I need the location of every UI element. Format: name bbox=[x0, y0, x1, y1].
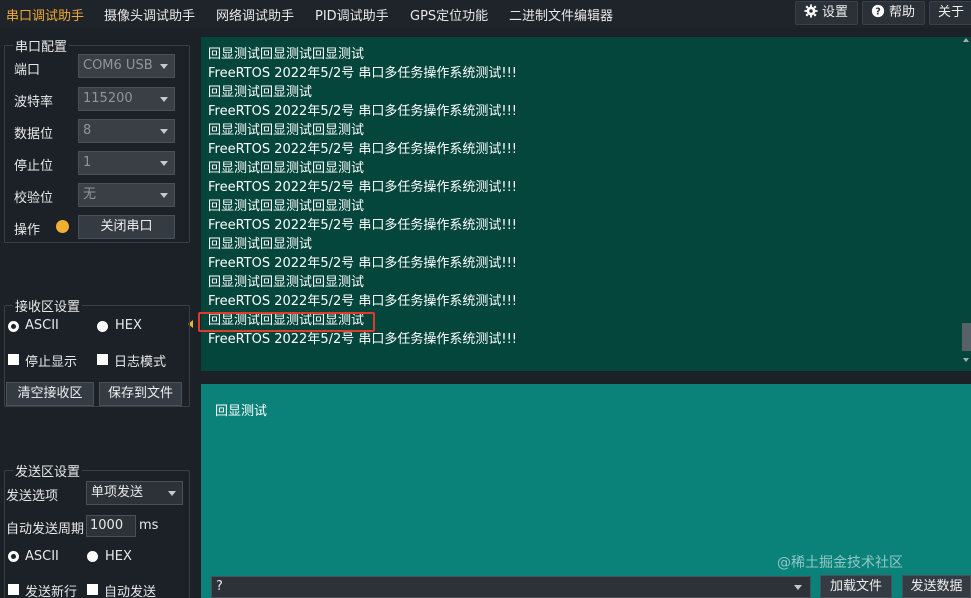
parity-select[interactable]: 无 bbox=[78, 183, 175, 207]
receive-line: FreeRTOS 2022年5/2号 串口多任务操作系统测试!!! bbox=[208, 104, 518, 119]
menu-camera-assistant[interactable]: 摄像头调试助手 bbox=[104, 5, 195, 24]
parity-label: 校验位 bbox=[14, 191, 54, 206]
receive-settings-title: 接收区设置 bbox=[13, 296, 83, 315]
log-mode-checkbox[interactable] bbox=[97, 354, 108, 365]
baud-select[interactable]: 115200 bbox=[78, 87, 175, 111]
send-data-button[interactable]: 发送数据 bbox=[902, 575, 971, 598]
load-file-button[interactable]: 加载文件 bbox=[820, 575, 892, 598]
send-ascii-radio[interactable] bbox=[8, 551, 19, 562]
auto-send-label: 自动发送 bbox=[104, 585, 157, 598]
settings-button[interactable]: 设置 bbox=[795, 1, 858, 25]
receive-line: 回显测试回显测试回显测试 bbox=[208, 275, 365, 290]
databits-label: 数据位 bbox=[14, 127, 54, 142]
send-hex-radio[interactable] bbox=[87, 551, 98, 562]
receive-line: FreeRTOS 2022年5/2号 串口多任务操作系统测试!!! bbox=[208, 218, 518, 233]
highlight-box bbox=[198, 312, 375, 332]
port-status-led bbox=[56, 220, 69, 233]
auto-send-checkbox[interactable] bbox=[87, 584, 98, 595]
period-unit-label: ms bbox=[139, 518, 159, 533]
port-value: COM6 USB bbox=[83, 58, 153, 73]
auto-send-period-input[interactable]: 1000 bbox=[86, 515, 136, 537]
receive-ascii-radio[interactable] bbox=[8, 321, 19, 332]
menu-network-assistant[interactable]: 网络调试助手 bbox=[216, 5, 294, 24]
menu-bar: 串口调试助手 摄像头调试助手 网络调试助手 PID调试助手 GPS定位功能 二进… bbox=[0, 0, 971, 28]
send-text: 回显测试 bbox=[215, 404, 268, 419]
receive-line: 回显测试回显测试回显测试 bbox=[208, 47, 365, 62]
menu-binary-editor[interactable]: 二进制文件编辑器 bbox=[509, 5, 613, 24]
help-button[interactable]: ? 帮助 bbox=[862, 1, 925, 25]
clear-receive-button[interactable]: 清空接收区 bbox=[6, 382, 94, 406]
send-history-value: ? bbox=[216, 579, 223, 594]
receive-line: FreeRTOS 2022年5/2号 串口多任务操作系统测试!!! bbox=[208, 332, 518, 347]
send-hex-label: HEX bbox=[105, 549, 132, 564]
baud-label: 波特率 bbox=[14, 95, 54, 110]
receive-hex-label: HEX bbox=[115, 318, 142, 333]
save-to-file-button[interactable]: 保存到文件 bbox=[99, 382, 182, 406]
receive-line: FreeRTOS 2022年5/2号 串口多任务操作系统测试!!! bbox=[208, 294, 518, 309]
receive-hex-radio[interactable] bbox=[97, 321, 108, 332]
receive-line: 回显测试回显测试 bbox=[208, 85, 313, 100]
send-ascii-label: ASCII bbox=[25, 549, 59, 564]
watermark: @稀土掘金技术社区 bbox=[777, 555, 903, 571]
receive-scrollbar-thumb[interactable] bbox=[962, 323, 971, 351]
question-icon: ? bbox=[871, 4, 885, 18]
chevron-down-icon bbox=[160, 97, 168, 102]
receive-line: 回显测试回显测试 bbox=[208, 237, 313, 252]
receive-lines: 回显测试回显测试回显测试 FreeRTOS 2022年5/2号 串口多任务操作系… bbox=[208, 45, 517, 349]
send-option-select[interactable]: 单项发送 bbox=[86, 481, 183, 505]
receive-line: FreeRTOS 2022年5/2号 串口多任务操作系统测试!!! bbox=[208, 66, 518, 81]
serial-config-title: 串口配置 bbox=[13, 36, 70, 55]
receive-ascii-label: ASCII bbox=[25, 318, 59, 333]
port-label: 端口 bbox=[14, 63, 41, 78]
chevron-down-icon bbox=[160, 193, 168, 198]
chevron-down-icon bbox=[794, 585, 802, 590]
stop-display-checkbox[interactable] bbox=[8, 354, 19, 365]
gear-icon bbox=[804, 4, 818, 18]
menu-pid-assistant[interactable]: PID调试助手 bbox=[315, 5, 389, 24]
send-option-value: 单项发送 bbox=[91, 485, 144, 500]
about-button[interactable]: 关于 bbox=[929, 1, 971, 25]
stopbits-select[interactable]: 1 bbox=[78, 151, 175, 175]
send-newline-label: 发送新行 bbox=[25, 585, 78, 598]
receive-line: 回显测试回显测试回显测试 bbox=[208, 199, 365, 214]
chevron-down-icon bbox=[168, 491, 176, 496]
receive-line: 回显测试回显测试回显测试 bbox=[208, 123, 365, 138]
baud-value: 115200 bbox=[83, 91, 133, 106]
port-select[interactable]: COM6 USB bbox=[78, 54, 175, 78]
menu-serial-assistant[interactable]: 串口调试助手 bbox=[6, 5, 84, 24]
parity-value: 无 bbox=[83, 187, 97, 202]
scroll-down-arrow[interactable] bbox=[963, 358, 969, 362]
receive-line: FreeRTOS 2022年5/2号 串口多任务操作系统测试!!! bbox=[208, 256, 518, 271]
auto-send-period-label: 自动发送周期 bbox=[6, 522, 85, 537]
log-mode-label: 日志模式 bbox=[114, 355, 167, 370]
send-settings-title: 发送区设置 bbox=[13, 461, 83, 480]
stopbits-label: 停止位 bbox=[14, 159, 54, 174]
svg-text:?: ? bbox=[875, 7, 881, 18]
help-label: 帮助 bbox=[889, 5, 916, 20]
close-port-button[interactable]: 关闭串口 bbox=[78, 215, 175, 239]
receive-line: FreeRTOS 2022年5/2号 串口多任务操作系统测试!!! bbox=[208, 142, 518, 157]
receive-line: 回显测试回显测试回显测试 bbox=[208, 161, 365, 176]
databits-value: 8 bbox=[83, 123, 92, 138]
receive-line: FreeRTOS 2022年5/2号 串口多任务操作系统测试!!! bbox=[208, 180, 518, 195]
stop-display-label: 停止显示 bbox=[25, 355, 78, 370]
send-option-label: 发送选项 bbox=[6, 489, 59, 504]
databits-select[interactable]: 8 bbox=[78, 119, 175, 143]
about-label: 关于 bbox=[938, 5, 965, 20]
scroll-up-arrow[interactable] bbox=[963, 38, 969, 42]
stopbits-value: 1 bbox=[83, 155, 92, 170]
chevron-down-icon bbox=[160, 161, 168, 166]
settings-label: 设置 bbox=[822, 5, 849, 20]
chevron-down-icon bbox=[160, 64, 168, 69]
chevron-down-icon bbox=[160, 129, 168, 134]
send-newline-checkbox[interactable] bbox=[8, 584, 19, 595]
send-history-select[interactable]: ? bbox=[211, 576, 811, 598]
menu-gps[interactable]: GPS定位功能 bbox=[410, 5, 488, 24]
operation-label: 操作 bbox=[14, 223, 41, 238]
